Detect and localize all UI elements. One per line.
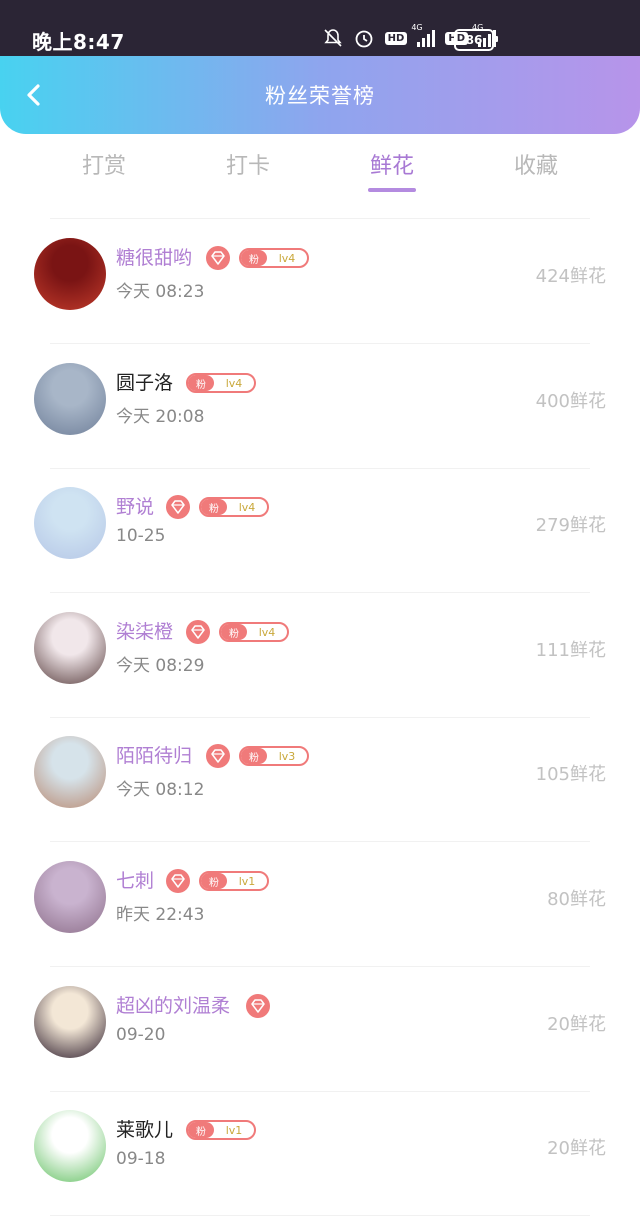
badge-group: 粉 lv4 xyxy=(206,246,309,270)
tab-bar: 打赏 打卡 鲜花 收藏 xyxy=(0,148,640,202)
diamond-icon xyxy=(166,869,190,893)
gift-time: 今天 08:12 xyxy=(116,780,205,800)
avatar[interactable] xyxy=(34,861,106,933)
avatar[interactable] xyxy=(34,612,106,684)
flower-count: 424鲜花 xyxy=(535,266,606,287)
hd-icon: HD xyxy=(384,31,408,45)
diamond-icon xyxy=(206,246,230,270)
list-item[interactable]: 野说 粉 lv4 10-25 279鲜花 xyxy=(0,469,640,593)
fan-level-badge: 粉 lv4 xyxy=(239,248,309,268)
header-bar: 粉丝荣誉榜 xyxy=(0,56,640,134)
gift-time: 今天 08:23 xyxy=(116,282,205,302)
avatar[interactable] xyxy=(34,238,106,310)
fan-badge-label: 粉 xyxy=(201,499,227,515)
list-item[interactable]: 七刺 粉 lv1 昨天 22:43 80鲜花 xyxy=(0,843,640,967)
fan-level: lv4 xyxy=(258,625,276,639)
gift-time: 今天 08:29 xyxy=(116,656,205,676)
flower-count: 20鲜花 xyxy=(547,1014,606,1035)
page-title: 粉丝荣誉榜 xyxy=(265,84,375,108)
fan-badge-label: 粉 xyxy=(188,375,214,391)
user-name[interactable]: 莱歌儿 xyxy=(116,1117,173,1143)
diamond-icon xyxy=(186,620,210,644)
badge-group: 粉 lv1 xyxy=(186,1118,256,1142)
badge-group: 粉 lv1 xyxy=(166,869,269,893)
list-item[interactable]: 超凶的刘温柔 09-20 20鲜花 xyxy=(0,968,640,1092)
badge-group: 粉 lv4 xyxy=(186,371,256,395)
user-name[interactable]: 野说 xyxy=(116,494,154,520)
flower-count: 111鲜花 xyxy=(535,640,606,661)
tab-flowers[interactable]: 鲜花 xyxy=(332,148,452,192)
gift-time: 今天 20:08 xyxy=(116,407,205,427)
status-time: 晚上8:47 xyxy=(32,30,125,54)
badge-group xyxy=(246,994,270,1018)
flower-count: 400鲜花 xyxy=(535,391,606,412)
avatar[interactable] xyxy=(34,986,106,1058)
tab-reward[interactable]: 打赏 xyxy=(44,148,164,180)
fan-level: lv4 xyxy=(278,251,296,265)
status-bar: 晚上8:47 HD 4G HD 4G 86 xyxy=(0,0,640,60)
gift-time: 10-25 xyxy=(116,526,166,546)
list-item[interactable]: 圆子洛粉 lv4 今天 20:08 400鲜花 xyxy=(0,345,640,469)
fan-level: lv4 xyxy=(238,500,256,514)
fan-level-badge: 粉 lv3 xyxy=(239,746,309,766)
user-name[interactable]: 染柒橙 xyxy=(116,619,173,645)
user-name[interactable]: 七刺 xyxy=(116,868,154,894)
gift-time: 昨天 22:43 xyxy=(116,905,205,925)
divider xyxy=(50,966,590,967)
flower-count: 20鲜花 xyxy=(547,1138,606,1159)
gift-time: 09-18 xyxy=(116,1149,166,1169)
flower-count: 279鲜花 xyxy=(535,515,606,536)
avatar[interactable] xyxy=(34,487,106,559)
flower-count: 105鲜花 xyxy=(535,764,606,785)
fan-badge-label: 粉 xyxy=(201,873,227,889)
tab-checkin[interactable]: 打卡 xyxy=(188,148,308,180)
battery-icon: 86 xyxy=(454,29,498,51)
list-item[interactable]: 莱歌儿粉 lv1 09-18 20鲜花 xyxy=(0,1092,640,1216)
fan-level: lv3 xyxy=(278,749,296,763)
fan-badge-label: 粉 xyxy=(188,1122,214,1138)
fan-level: lv4 xyxy=(225,376,243,390)
avatar[interactable] xyxy=(34,736,106,808)
badge-group: 粉 lv4 xyxy=(166,495,269,519)
diamond-icon xyxy=(166,495,190,519)
user-name[interactable]: 超凶的刘温柔 xyxy=(116,993,230,1019)
user-name[interactable]: 圆子洛 xyxy=(116,370,173,396)
fan-level-badge: 粉 lv4 xyxy=(219,622,289,642)
badge-group: 粉 lv3 xyxy=(206,744,309,768)
fan-level-badge: 粉 lv1 xyxy=(186,1120,256,1140)
alarm-icon xyxy=(353,27,375,49)
fan-level-badge: 粉 lv1 xyxy=(199,871,269,891)
divider xyxy=(50,592,590,593)
fan-level-badge: 粉 lv4 xyxy=(199,497,269,517)
diamond-icon xyxy=(246,994,270,1018)
divider xyxy=(50,343,590,344)
list-item[interactable]: 陌陌待归 粉 lv3 今天 08:12 105鲜花 xyxy=(0,718,640,842)
avatar[interactable] xyxy=(34,1110,106,1182)
bell-off-icon xyxy=(323,28,343,48)
avatar[interactable] xyxy=(34,363,106,435)
list-item[interactable]: 染柒橙 粉 lv4 今天 08:29 111鲜花 xyxy=(0,594,640,718)
signal-4g-icon: 4G xyxy=(411,23,436,47)
gift-time: 09-20 xyxy=(116,1025,166,1045)
user-name[interactable]: 糖很甜哟 xyxy=(116,245,192,271)
flower-count: 80鲜花 xyxy=(547,889,606,910)
divider xyxy=(50,841,590,842)
diamond-icon xyxy=(206,744,230,768)
divider xyxy=(50,218,590,219)
fan-level: lv1 xyxy=(238,874,256,888)
fan-badge-label: 粉 xyxy=(241,748,267,764)
list-item[interactable]: 糖很甜哟 粉 lv4 今天 08:23 424鲜花 xyxy=(0,220,640,344)
badge-group: 粉 lv4 xyxy=(186,620,289,644)
tab-favorites[interactable]: 收藏 xyxy=(476,148,596,180)
fan-level-badge: 粉 lv4 xyxy=(186,373,256,393)
fan-level: lv1 xyxy=(225,1123,243,1137)
user-name[interactable]: 陌陌待归 xyxy=(116,743,192,769)
fan-badge-label: 粉 xyxy=(241,250,267,266)
tab-active-indicator xyxy=(368,188,416,192)
fan-badge-label: 粉 xyxy=(221,624,247,640)
